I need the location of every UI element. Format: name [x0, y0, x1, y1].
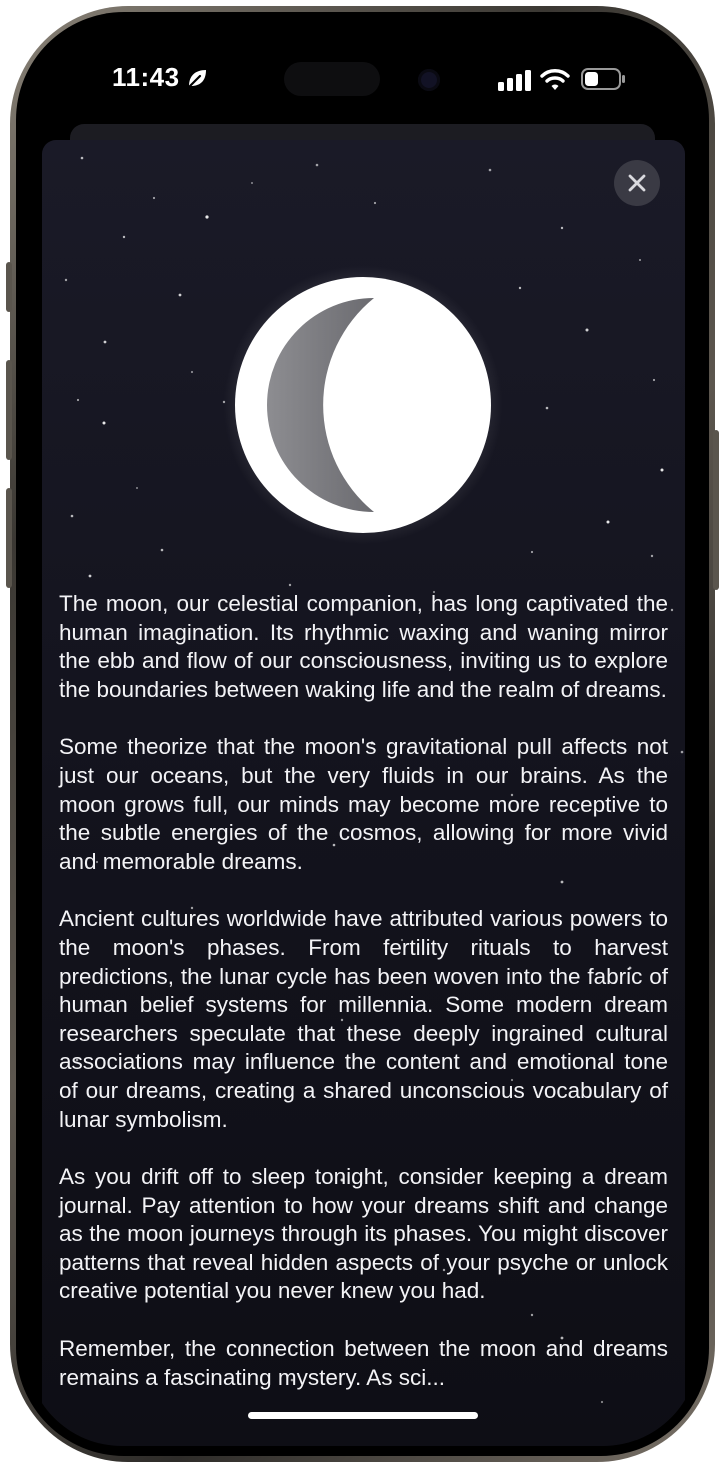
front-camera — [418, 69, 440, 91]
action-button — [6, 262, 12, 312]
moon-article-sheet[interactable]: The moon, our celestial companion, has l… — [42, 140, 685, 1446]
article-paragraph: Ancient cultures worldwide have attribut… — [59, 906, 668, 1132]
screen: 11:43 The moon, our celestial companion,… — [26, 22, 699, 1446]
status-bar: 11:43 — [26, 22, 699, 132]
status-time: 11:43 — [112, 62, 180, 92]
article-paragraph: Remember, the connection between the moo… — [59, 1336, 668, 1390]
article-body: The moon, our celestial companion, has l… — [59, 590, 668, 1421]
cellular-signal-icon — [498, 70, 531, 91]
article-paragraph: As you drift off to sleep tonight, consi… — [59, 1164, 668, 1304]
dynamic-island-sensor — [284, 62, 380, 96]
article-paragraph: The moon, our celestial companion, has l… — [59, 591, 668, 702]
home-indicator[interactable] — [248, 1412, 478, 1419]
volume-up-button — [6, 360, 12, 460]
wifi-icon — [540, 69, 570, 90]
battery-icon — [581, 68, 625, 90]
article-paragraph: Some theorize that the moon's gravitatio… — [59, 734, 668, 874]
volume-down-button — [6, 488, 12, 588]
moon-illustration — [204, 246, 522, 564]
leaf-icon — [186, 70, 206, 89]
close-button[interactable] — [614, 160, 660, 206]
power-button — [713, 430, 719, 590]
crescent-moon-icon — [235, 277, 491, 533]
close-icon — [628, 174, 646, 192]
